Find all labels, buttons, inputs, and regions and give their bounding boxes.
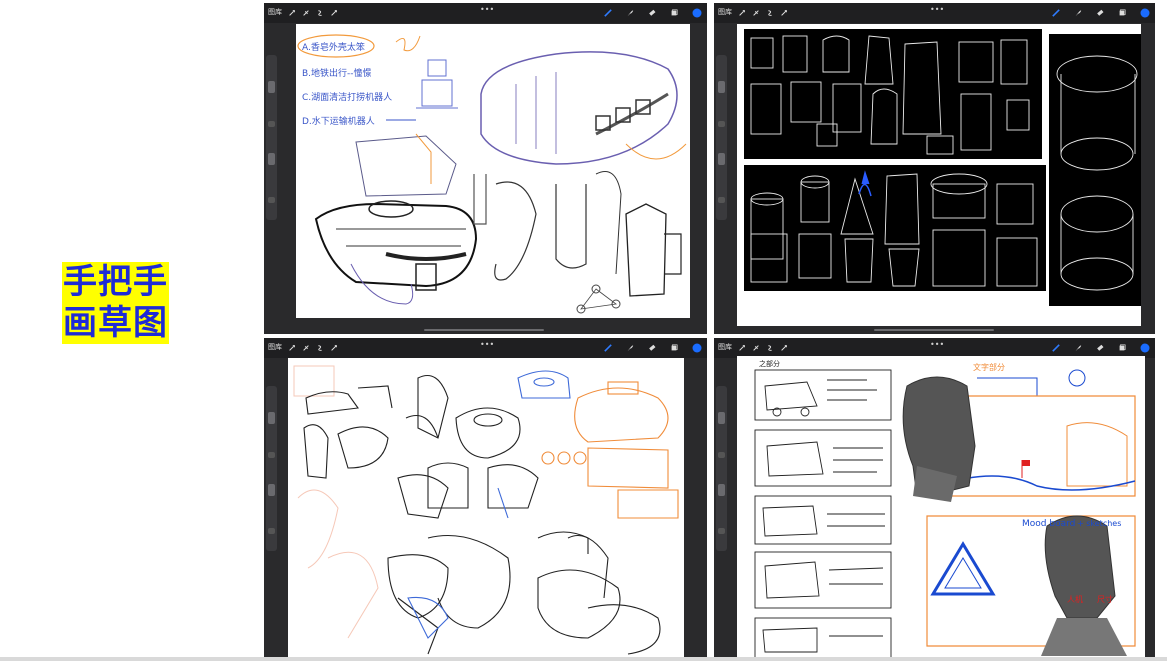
title-line-1: 手把手 (63, 262, 168, 302)
opacity-slider[interactable] (268, 484, 275, 496)
bottom-divider (0, 657, 1167, 661)
eraser-icon[interactable] (1096, 9, 1104, 17)
procreate-window-4: 图库 ••• 之部分 文字部分 Mood board + sketches 人机… (714, 338, 1155, 661)
brush-size-slider[interactable] (268, 412, 275, 424)
toolbar: 图库 ••• (264, 3, 707, 23)
left-sidebar[interactable] (266, 55, 277, 220)
home-indicator (874, 329, 994, 331)
brush-size-slider[interactable] (718, 412, 725, 424)
toolbar: 图库 ••• (714, 3, 1155, 23)
layers-icon[interactable] (670, 9, 678, 17)
layers-icon[interactable] (1118, 344, 1126, 352)
more-menu[interactable]: ••• (930, 6, 944, 14)
modify-button[interactable] (718, 121, 725, 127)
note-mood-board: Mood board (1022, 519, 1075, 529)
wrench-icon[interactable] (288, 344, 296, 352)
sketch-artwork: 之部分 文字部分 Mood board + sketches 人机 尺寸 (754, 359, 1136, 659)
left-sidebar[interactable] (716, 55, 727, 220)
undo-button[interactable] (268, 528, 275, 534)
adjust-icon[interactable] (752, 344, 760, 352)
smudge-icon[interactable] (1074, 344, 1082, 352)
eraser-icon[interactable] (648, 344, 656, 352)
wrench-icon[interactable] (738, 344, 746, 352)
color-icon[interactable] (1140, 8, 1150, 18)
left-sidebar[interactable] (716, 386, 727, 551)
layers-icon[interactable] (670, 344, 678, 352)
drawing-canvas[interactable] (288, 358, 684, 658)
procreate-window-1: 图库 ••• A.香皂外壳太笨 B.地铁出行--憧憬 C.湖面清洁打捞机器人 D… (264, 3, 707, 334)
title-banner: 手把手 画草图 (62, 262, 169, 344)
note-sketches: + sketches (1077, 519, 1121, 528)
sketch-artwork (293, 365, 679, 655)
smudge-icon[interactable] (626, 9, 634, 17)
smudge-icon[interactable] (1074, 9, 1082, 17)
transform-icon[interactable] (780, 9, 788, 17)
color-icon[interactable] (1140, 343, 1150, 353)
opacity-slider[interactable] (718, 153, 725, 165)
modify-button[interactable] (268, 452, 275, 458)
wrench-icon[interactable] (738, 9, 746, 17)
toolbar: 图库 ••• (264, 338, 707, 358)
note-ergonomics: 人机 (1067, 594, 1083, 604)
select-icon[interactable] (766, 9, 774, 17)
eraser-icon[interactable] (1096, 344, 1104, 352)
note-section: 之部分 (759, 359, 780, 368)
adjust-icon[interactable] (752, 9, 760, 17)
toolbar: 图库 ••• (714, 338, 1155, 358)
undo-button[interactable] (268, 197, 275, 203)
transform-icon[interactable] (780, 344, 788, 352)
color-icon[interactable] (692, 343, 702, 353)
more-menu[interactable]: ••• (480, 341, 494, 349)
select-icon[interactable] (766, 344, 774, 352)
left-sidebar[interactable] (266, 386, 277, 551)
eraser-icon[interactable] (648, 9, 656, 17)
transform-icon[interactable] (330, 344, 338, 352)
smudge-icon[interactable] (626, 344, 634, 352)
brush-icon[interactable] (604, 9, 612, 17)
brush-icon[interactable] (604, 344, 612, 352)
drawing-canvas[interactable] (737, 24, 1141, 326)
home-indicator (424, 329, 544, 331)
note-c: C.湖面清洁打捞机器人 (302, 91, 392, 103)
transform-icon[interactable] (330, 9, 338, 17)
drawing-canvas[interactable]: 之部分 文字部分 Mood board + sketches 人机 尺寸 (737, 356, 1145, 661)
brush-size-slider[interactable] (268, 81, 275, 93)
select-icon[interactable] (316, 9, 324, 17)
adjust-icon[interactable] (302, 344, 310, 352)
select-icon[interactable] (316, 344, 324, 352)
brush-size-slider[interactable] (718, 81, 725, 93)
brush-icon[interactable] (1052, 9, 1060, 17)
sketch-artwork: A.香皂外壳太笨 B.地铁出行--憧憬 C.湖面清洁打捞机器人 D.水下运输机器… (297, 34, 687, 314)
gallery-button[interactable]: 图库 (268, 7, 282, 17)
color-icon[interactable] (692, 8, 702, 18)
opacity-slider[interactable] (268, 153, 275, 165)
wrench-icon[interactable] (288, 9, 296, 17)
gallery-button[interactable]: 图库 (718, 7, 732, 17)
opacity-slider[interactable] (718, 484, 725, 496)
gallery-button[interactable]: 图库 (268, 342, 282, 352)
undo-button[interactable] (718, 528, 725, 534)
note-b: B.地铁出行--憧憬 (302, 67, 372, 79)
sketch-artwork (744, 29, 1141, 306)
procreate-window-2: 图库 ••• (714, 3, 1155, 334)
gallery-button[interactable]: 图库 (718, 342, 732, 352)
title-line-2: 画草图 (63, 303, 168, 343)
more-menu[interactable]: ••• (480, 6, 494, 14)
modify-button[interactable] (268, 121, 275, 127)
note-size: 尺寸 (1097, 594, 1113, 604)
more-menu[interactable]: ••• (930, 341, 944, 349)
procreate-window-3: 图库 ••• (264, 338, 707, 661)
layers-icon[interactable] (1118, 9, 1126, 17)
brush-icon[interactable] (1052, 344, 1060, 352)
note-d: D.水下运输机器人 (302, 115, 375, 127)
note-text-part: 文字部分 (973, 362, 1005, 372)
note-a: A.香皂外壳太笨 (302, 41, 365, 53)
adjust-icon[interactable] (302, 9, 310, 17)
drawing-canvas[interactable]: A.香皂外壳太笨 B.地铁出行--憧憬 C.湖面清洁打捞机器人 D.水下运输机器… (296, 24, 690, 318)
undo-button[interactable] (718, 197, 725, 203)
modify-button[interactable] (718, 452, 725, 458)
